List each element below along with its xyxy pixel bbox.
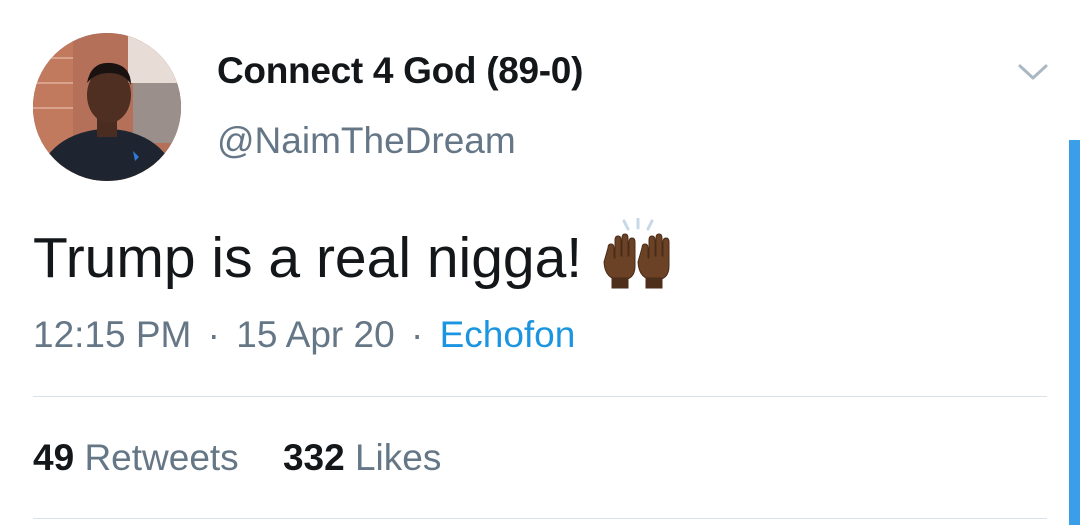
likes-count: 332 — [282, 437, 345, 478]
avatar-image — [33, 33, 181, 181]
divider — [33, 396, 1047, 397]
divider — [33, 518, 1047, 519]
meta-separator: · — [410, 314, 424, 355]
tweet-date: 15 Apr 20 — [236, 314, 395, 355]
meta-separator: · — [207, 314, 220, 355]
tweet-detail: Connect 4 God (89-0) @NaimTheDream Trump… — [0, 0, 1080, 525]
tweet-time: 12:15 PM — [33, 314, 192, 355]
retweets-stat[interactable]: 49 Retweets — [33, 437, 249, 478]
avatar[interactable] — [33, 33, 181, 181]
scrollbar[interactable] — [1069, 140, 1080, 525]
tweet-text: Trump is a real nigga! — [33, 226, 583, 290]
likes-stat[interactable]: 332 Likes — [283, 437, 441, 478]
tweet-meta: 12:15 PM · 15 Apr 20 · Echofon — [33, 314, 575, 356]
retweets-count: 49 — [33, 437, 75, 478]
user-handle[interactable]: @NaimTheDream — [217, 120, 516, 162]
display-name[interactable]: Connect 4 God (89-0) — [217, 50, 583, 92]
raising-hands-emoji-icon — [603, 218, 670, 289]
tweet-stats: 49 Retweets 332 Likes — [33, 437, 475, 479]
likes-label: Likes — [354, 437, 442, 478]
retweets-label: Retweets — [84, 437, 239, 478]
chevron-down-icon[interactable] — [1016, 60, 1050, 84]
tweet-body: Trump is a real nigga! — [33, 218, 674, 294]
tweet-source-link[interactable]: Echofon — [440, 314, 576, 355]
